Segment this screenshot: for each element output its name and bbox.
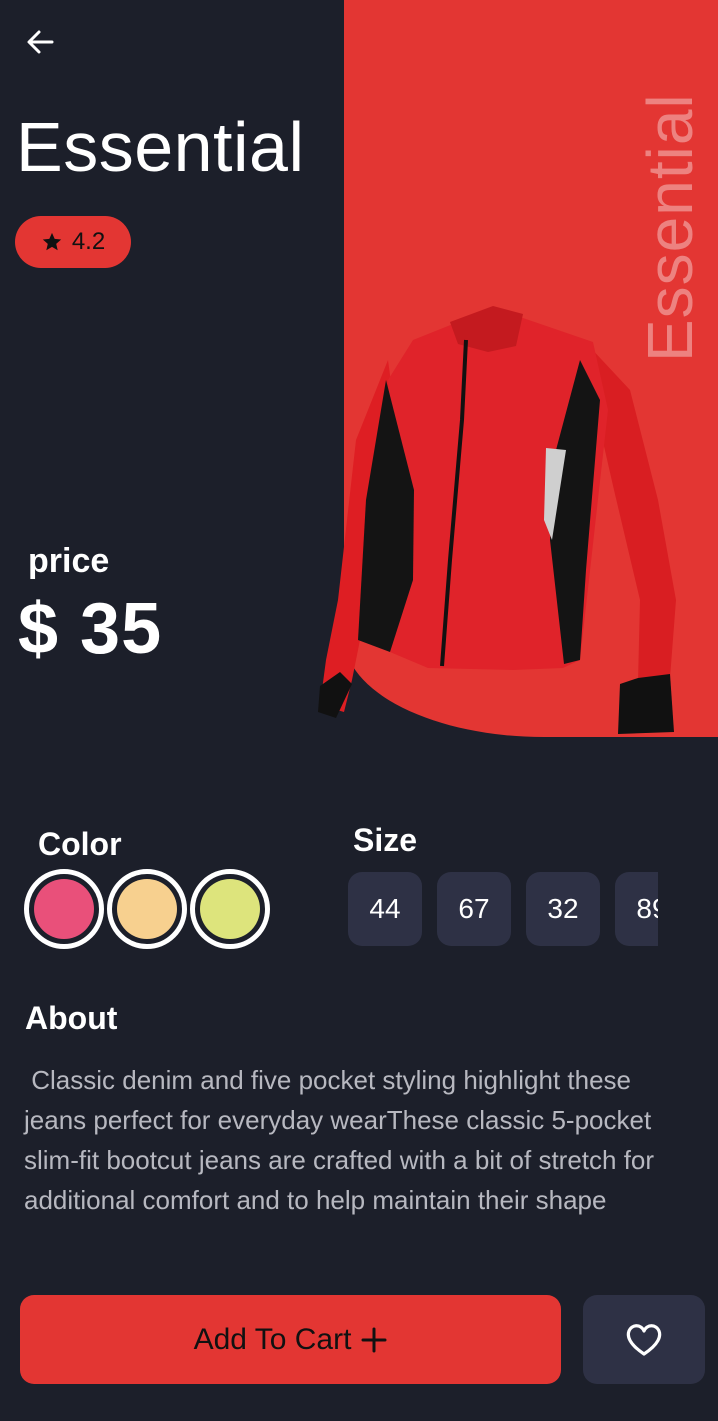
rating-badge: 4.2: [15, 216, 131, 268]
add-to-cart-button[interactable]: Add To Cart: [20, 1295, 561, 1384]
about-description: Classic denim and five pocket styling hi…: [24, 1065, 662, 1215]
color-swatches: [24, 869, 270, 949]
color-label: Color: [38, 826, 122, 862]
heart-icon: [626, 1323, 662, 1356]
jacket-image: [318, 306, 676, 734]
price-label: price: [28, 542, 110, 580]
color-swatch-pink[interactable]: [24, 869, 104, 949]
color-swatch-lime[interactable]: [190, 869, 270, 949]
plus-icon: [361, 1327, 387, 1352]
arrow-left-icon: [27, 30, 54, 54]
star-icon: [42, 232, 61, 251]
price-value: $ 35: [18, 589, 163, 669]
product-title: Essential: [16, 108, 305, 186]
size-options: 44 67 32 89: [348, 872, 658, 946]
rating-value: 4.2: [71, 228, 106, 255]
size-option[interactable]: 89: [615, 872, 658, 946]
color-swatch-peach[interactable]: [107, 869, 187, 949]
about-heading: About: [25, 1000, 118, 1036]
size-option[interactable]: 44: [348, 872, 422, 946]
favorite-button[interactable]: [583, 1295, 705, 1384]
back-button[interactable]: [20, 22, 60, 62]
size-label: Size: [353, 822, 418, 858]
add-to-cart-label: Add To Cart: [193, 1322, 352, 1356]
size-option[interactable]: 32: [526, 872, 600, 946]
size-option[interactable]: 67: [437, 872, 511, 946]
